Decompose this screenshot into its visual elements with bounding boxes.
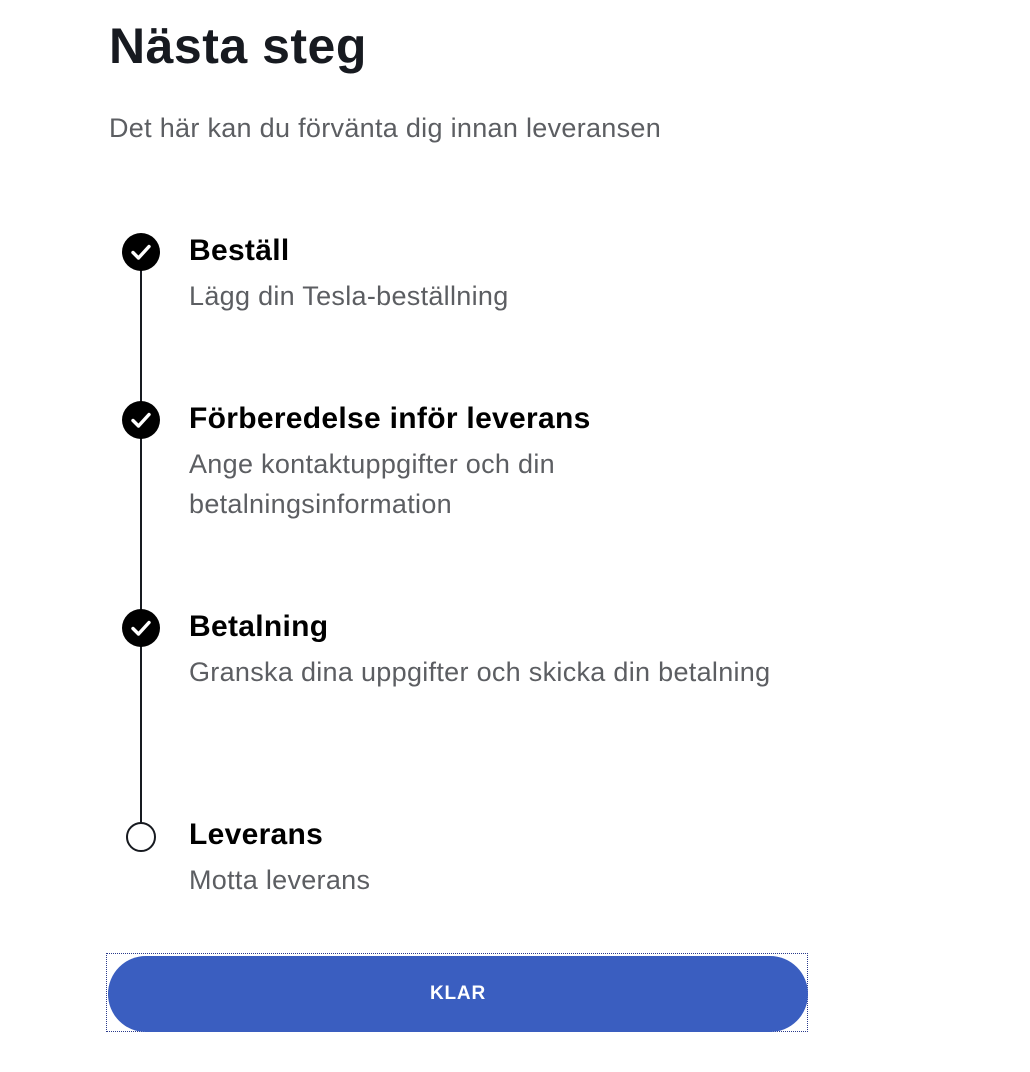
step-description: Granska dina uppgifter och skicka din be…: [189, 657, 771, 687]
progress-timeline: Beställ Lägg din Tesla-beställning Förbe…: [0, 0, 1030, 920]
step-description: Ange kontaktuppgifter och din betalnings…: [189, 449, 555, 519]
empty-circle-icon: [126, 822, 156, 852]
step-title: Betalning: [189, 610, 329, 643]
done-button[interactable]: KLAR: [108, 956, 808, 1032]
step-title: Leverans: [189, 818, 324, 851]
check-circle-icon: [122, 233, 160, 271]
check-circle-icon: [122, 401, 160, 439]
timeline-connector: [140, 252, 142, 836]
check-circle-icon: [122, 609, 160, 647]
step-description: Motta leverans: [189, 865, 371, 895]
step-title: Beställ: [189, 234, 290, 267]
step-title: Förberedelse inför leverans: [189, 402, 591, 435]
step-description: Lägg din Tesla-beställning: [189, 281, 509, 311]
